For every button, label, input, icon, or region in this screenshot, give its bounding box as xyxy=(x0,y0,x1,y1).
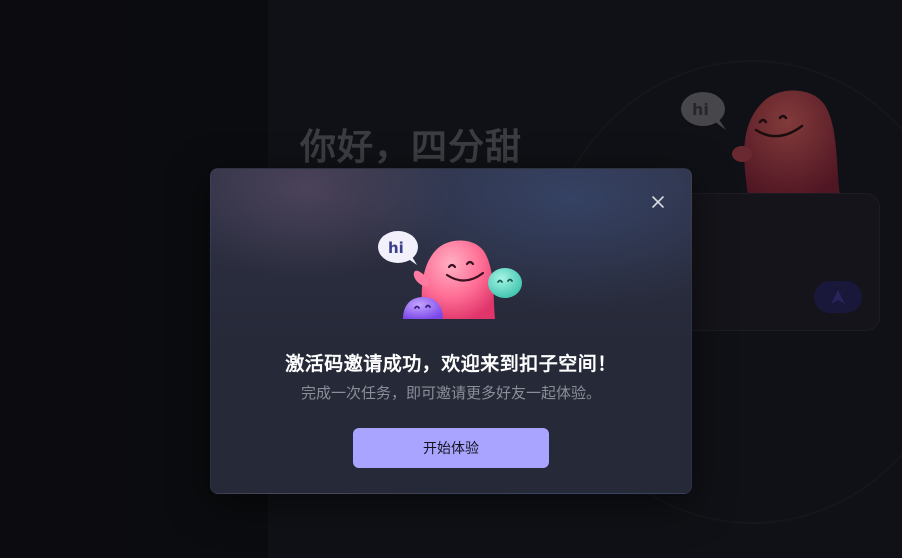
dialog-title: 激活码邀请成功，欢迎来到扣子空间！ xyxy=(285,353,617,375)
close-button[interactable] xyxy=(647,191,669,213)
app-window: 你好，四分甜 hi hi 激活码邀请成功，欢迎来到扣子空间！ 完成一次任务，即可… xyxy=(0,0,902,558)
mascot-illustration: hi xyxy=(378,231,522,319)
close-icon xyxy=(652,196,664,208)
invite-success-dialog: hi 激活码邀请成功，欢迎来到扣子空间！ 完成一次任务，即可邀请更多好友一起体验… xyxy=(210,168,692,494)
start-experience-button[interactable]: 开始体验 xyxy=(353,428,549,468)
hi-bubble-text: hi xyxy=(388,239,404,257)
dialog-subtitle: 完成一次任务，即可邀请更多好友一起体验。 xyxy=(300,384,601,402)
